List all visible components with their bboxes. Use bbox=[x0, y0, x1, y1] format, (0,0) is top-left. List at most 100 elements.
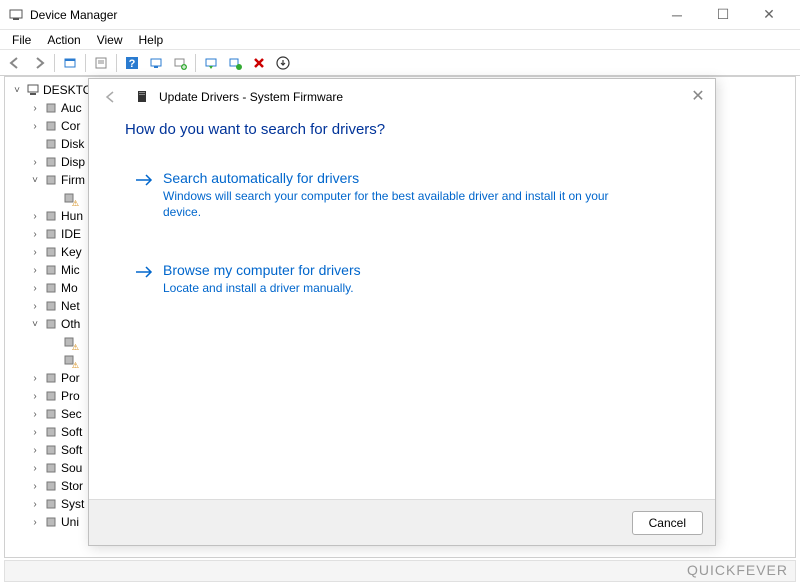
chevron-icon[interactable]: › bbox=[29, 372, 41, 384]
chevron-icon[interactable]: › bbox=[29, 462, 41, 474]
chevron-icon[interactable]: › bbox=[29, 390, 41, 402]
chevron-icon[interactable]: › bbox=[29, 120, 41, 132]
chevron-icon[interactable]: › bbox=[29, 264, 41, 276]
device-icon bbox=[43, 280, 59, 296]
device-icon bbox=[43, 154, 59, 170]
menu-bar: File Action View Help bbox=[0, 30, 800, 50]
tree-item-label: Stor bbox=[61, 479, 83, 493]
chevron-icon[interactable]: › bbox=[29, 282, 41, 294]
tree-item-label: Soft bbox=[61, 425, 82, 439]
device-icon bbox=[43, 496, 59, 512]
tree-item-label: Hun bbox=[61, 209, 83, 223]
tree-item-label: Pro bbox=[61, 389, 80, 403]
device-icon bbox=[43, 118, 59, 134]
chevron-icon[interactable]: ˅ bbox=[29, 318, 41, 330]
chevron-icon[interactable]: › bbox=[29, 480, 41, 492]
menu-action[interactable]: Action bbox=[39, 31, 88, 49]
toolbar-disable[interactable] bbox=[248, 52, 270, 74]
tree-item-label: Sou bbox=[61, 461, 82, 475]
option-browse-title: Browse my computer for drivers bbox=[163, 262, 361, 278]
device-icon bbox=[43, 442, 59, 458]
device-icon bbox=[43, 406, 59, 422]
device-icon bbox=[43, 262, 59, 278]
toolbar-update-driver[interactable] bbox=[200, 52, 222, 74]
computer-icon bbox=[25, 82, 41, 98]
tree-item-label: Uni bbox=[61, 515, 79, 529]
tree-item-label: Key bbox=[61, 245, 82, 259]
dialog-title: Update Drivers - System Firmware bbox=[159, 90, 343, 104]
tree-item-label: Firm bbox=[61, 173, 85, 187]
toolbar-properties[interactable] bbox=[90, 52, 112, 74]
dialog-header: Update Drivers - System Firmware ✕ bbox=[89, 79, 715, 115]
firmware-icon bbox=[135, 89, 151, 105]
maximize-button[interactable]: ☐ bbox=[700, 0, 746, 30]
arrow-right-icon bbox=[135, 264, 155, 285]
tree-item-label: Disk bbox=[61, 137, 84, 151]
device-icon bbox=[61, 352, 77, 368]
option-browse-desc: Locate and install a driver manually. bbox=[163, 280, 361, 296]
chevron-icon[interactable]: › bbox=[29, 426, 41, 438]
menu-view[interactable]: View bbox=[89, 31, 131, 49]
option-search-auto-desc: Windows will search your computer for th… bbox=[163, 188, 623, 220]
chevron-icon[interactable]: › bbox=[29, 246, 41, 258]
toolbar-forward[interactable] bbox=[28, 52, 50, 74]
toolbar-uninstall[interactable] bbox=[224, 52, 246, 74]
dialog-heading: How do you want to search for drivers? bbox=[125, 121, 679, 138]
tree-item-label: Auc bbox=[61, 101, 82, 115]
svg-text:?: ? bbox=[129, 58, 136, 70]
dialog-footer: Cancel bbox=[89, 499, 715, 545]
chevron-icon[interactable]: › bbox=[29, 408, 41, 420]
device-icon bbox=[61, 190, 77, 206]
chevron-icon[interactable]: › bbox=[29, 498, 41, 510]
toolbar-action-info[interactable] bbox=[272, 52, 294, 74]
toolbar-scan[interactable] bbox=[145, 52, 167, 74]
toolbar-back[interactable] bbox=[4, 52, 26, 74]
window-title: Device Manager bbox=[30, 8, 117, 22]
tree-item-label: Net bbox=[61, 299, 80, 313]
chevron-icon[interactable]: › bbox=[29, 102, 41, 114]
chevron-icon[interactable]: › bbox=[29, 300, 41, 312]
device-icon bbox=[43, 208, 59, 224]
device-icon bbox=[61, 334, 77, 350]
close-button[interactable]: ✕ bbox=[746, 0, 792, 30]
menu-file[interactable]: File bbox=[4, 31, 39, 49]
tree-item-label: Mo bbox=[61, 281, 78, 295]
update-driver-dialog: Update Drivers - System Firmware ✕ How d… bbox=[88, 78, 716, 546]
toolbar-add-legacy[interactable] bbox=[169, 52, 191, 74]
status-bar bbox=[4, 560, 796, 582]
device-icon bbox=[43, 370, 59, 386]
minimize-button[interactable]: ─ bbox=[654, 0, 700, 30]
chevron-icon[interactable]: › bbox=[29, 444, 41, 456]
cancel-button[interactable]: Cancel bbox=[632, 511, 703, 535]
tree-item-label: Disp bbox=[61, 155, 85, 169]
arrow-right-icon bbox=[135, 172, 155, 193]
tree-item-label: Sec bbox=[61, 407, 82, 421]
device-icon bbox=[43, 388, 59, 404]
tree-item-label: IDE bbox=[61, 227, 81, 241]
tree-item-label: Oth bbox=[61, 317, 80, 331]
dialog-back-button[interactable] bbox=[99, 86, 121, 108]
tree-item-label: Por bbox=[61, 371, 80, 385]
toolbar-help[interactable]: ? bbox=[121, 52, 143, 74]
chevron-down-icon[interactable]: ˅ bbox=[11, 84, 23, 96]
device-icon bbox=[43, 226, 59, 242]
option-search-auto[interactable]: Search automatically for drivers Windows… bbox=[135, 170, 679, 220]
device-icon bbox=[43, 478, 59, 494]
toolbar-show-hidden[interactable] bbox=[59, 52, 81, 74]
dialog-close-button[interactable]: ✕ bbox=[687, 85, 709, 107]
device-icon bbox=[43, 244, 59, 260]
toolbar: ? bbox=[0, 50, 800, 76]
option-browse[interactable]: Browse my computer for drivers Locate an… bbox=[135, 262, 679, 296]
chevron-icon[interactable]: › bbox=[29, 516, 41, 528]
app-icon bbox=[8, 7, 24, 23]
chevron-icon[interactable]: › bbox=[29, 210, 41, 222]
watermark: QUICKFEVER bbox=[687, 562, 788, 578]
menu-help[interactable]: Help bbox=[131, 31, 172, 49]
device-icon bbox=[43, 424, 59, 440]
dialog-body: How do you want to search for drivers? S… bbox=[89, 115, 715, 499]
chevron-icon[interactable]: ˅ bbox=[29, 174, 41, 186]
device-icon bbox=[43, 514, 59, 530]
chevron-icon[interactable]: › bbox=[29, 228, 41, 240]
chevron-icon[interactable] bbox=[29, 138, 41, 150]
chevron-icon[interactable]: › bbox=[29, 156, 41, 168]
